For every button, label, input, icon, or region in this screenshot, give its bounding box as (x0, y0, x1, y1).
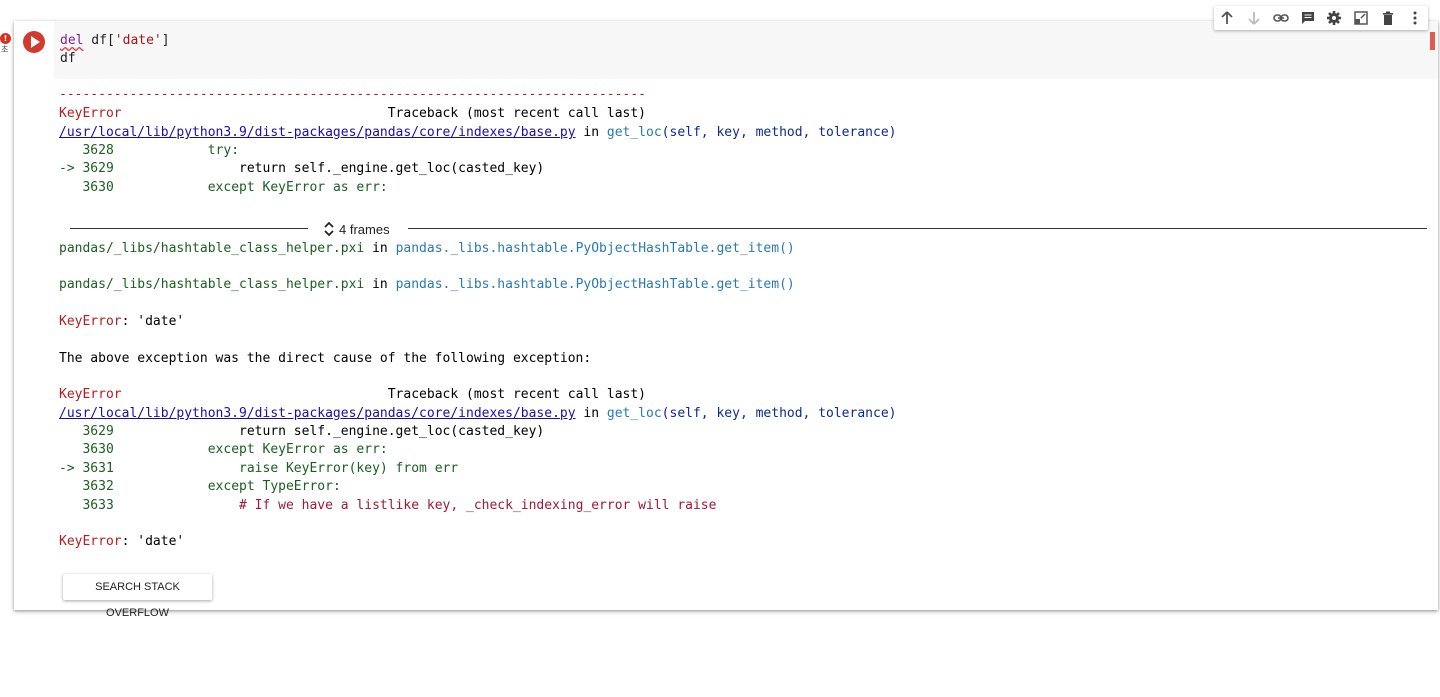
in-text: in (575, 125, 607, 140)
settings-button[interactable] (1321, 6, 1348, 30)
link-button[interactable] (1268, 6, 1295, 30)
line-number: 3629 (82, 424, 114, 439)
line-number: 3632 (82, 479, 114, 494)
move-down-button[interactable] (1241, 6, 1268, 30)
cell-toolbar (1214, 6, 1428, 30)
function-args: (self, key, method, tolerance) (661, 406, 897, 421)
more-options-button[interactable] (1401, 6, 1428, 30)
frames-label: 4 frames (339, 221, 390, 237)
trash-icon (1382, 11, 1393, 25)
comment-icon (1301, 12, 1314, 24)
code-line-2: df (60, 51, 76, 66)
line-arrow (59, 479, 82, 494)
line-arrow (59, 442, 82, 457)
error-type: KeyError (59, 534, 122, 549)
line-code: return self._engine.get_loc(casted_key) (113, 424, 545, 439)
function-name: get_loc (606, 125, 662, 140)
collapsed-frames: 4 frames (70, 219, 1427, 239)
line-number: 3631 (82, 461, 114, 476)
frames-toggle[interactable]: 4 frames (323, 219, 390, 239)
frames-rule-left (70, 228, 308, 229)
source-line: 3630 except KeyError as err: (59, 442, 388, 457)
traceback-header: KeyError Traceback (most recent call las… (59, 106, 646, 121)
more-vert-icon (1413, 11, 1417, 25)
line-number: 3629 (82, 161, 114, 176)
traceback-location: /usr/local/lib/python3.9/dist-packages/p… (59, 125, 896, 140)
traceback-title: Traceback (most recent call last) (121, 106, 647, 121)
line-number: 3633 (82, 498, 114, 513)
gear-icon (1327, 11, 1342, 25)
mirror-icon (1354, 11, 1368, 25)
arrow-up-icon (1221, 11, 1234, 24)
file-link[interactable]: /usr/local/lib/python3.9/dist-packages/p… (59, 406, 576, 421)
in-text: in (364, 241, 396, 256)
traceback-location: pandas/_libs/hashtable_class_helper.pxi … (59, 277, 795, 292)
function-name: pandas._libs.hashtable.PyObjectHashTable… (395, 277, 795, 292)
file-name: pandas/_libs/hashtable_class_helper.pxi (59, 277, 365, 292)
error-message: KeyError: 'date' (59, 534, 184, 549)
in-text: in (364, 277, 396, 292)
line-code: except TypeError: (113, 479, 341, 494)
error-text: : 'date' (121, 314, 185, 329)
source-line: 3630 except KeyError as err: (59, 180, 388, 195)
line-arrow: -> (59, 461, 83, 476)
traceback-header: KeyError Traceback (most recent call las… (59, 387, 646, 402)
code-text[interactable]: del df['date'] df (60, 32, 170, 68)
source-line: -> 3631 raise KeyError(key) from err (59, 461, 458, 476)
line-code: except KeyError as err: (113, 180, 388, 195)
line-arrow: -> (59, 161, 83, 176)
function-name: pandas._libs.hashtable.PyObjectHashTable… (395, 241, 795, 256)
error-type: KeyError (59, 387, 122, 402)
source-line: 3633 # If we have a listlike key, _check… (59, 498, 716, 513)
frames-rule-right (408, 228, 1427, 229)
comment-button[interactable] (1294, 6, 1321, 30)
run-cell-button[interactable] (23, 31, 45, 53)
line-arrow (59, 424, 82, 439)
link-icon (1273, 14, 1289, 22)
function-name: get_loc (606, 406, 662, 421)
line-code: # If we have a listlike key, _check_inde… (113, 498, 717, 513)
function-args: (self, key, method, tolerance) (661, 125, 897, 140)
file-name: pandas/_libs/hashtable_class_helper.pxi (59, 241, 365, 256)
source-line: 3629 return self._engine.get_loc(casted_… (59, 424, 544, 439)
line-code: raise KeyError(key) from err (113, 461, 459, 476)
traceback-divider: ----------------------------------------… (59, 87, 646, 102)
line-arrow (59, 143, 82, 158)
line-number: 3630 (82, 180, 114, 195)
cell-gutter (14, 21, 54, 610)
line-arrow (59, 180, 82, 195)
error-message: KeyError: 'date' (59, 314, 184, 329)
move-up-button[interactable] (1214, 6, 1241, 30)
source-line: 3632 except TypeError: (59, 479, 341, 494)
line-number: 3630 (82, 442, 114, 457)
traceback-location: /usr/local/lib/python3.9/dist-packages/p… (59, 406, 896, 421)
traceback-location: pandas/_libs/hashtable_class_helper.pxi … (59, 241, 795, 256)
code-token: ] (161, 33, 170, 48)
error-badge: ! (0, 33, 11, 44)
execution-count: 초 (1, 45, 9, 54)
delete-cell-button[interactable] (1375, 6, 1402, 30)
arrow-down-icon (1248, 12, 1260, 25)
cause-message: The above exception was the direct cause… (59, 351, 592, 366)
error-marker (1430, 32, 1435, 50)
error-type: KeyError (59, 314, 122, 329)
error-text: : 'date' (121, 534, 185, 549)
line-arrow (59, 498, 82, 513)
traceback-title: Traceback (most recent call last) (121, 387, 647, 402)
line-code: try: (113, 143, 240, 158)
line-code: return self._engine.get_loc(casted_key) (113, 161, 545, 176)
code-keyword: del (60, 33, 84, 48)
source-line: 3628 try: (59, 143, 239, 158)
file-link[interactable]: /usr/local/lib/python3.9/dist-packages/p… (59, 125, 576, 140)
unfold-icon (324, 221, 334, 237)
error-type: KeyError (59, 106, 122, 121)
source-line: -> 3629 return self._engine.get_loc(cast… (59, 161, 544, 176)
mirror-cell-button[interactable] (1348, 6, 1375, 30)
in-text: in (575, 406, 607, 421)
code-string: 'date' (114, 33, 162, 48)
line-code: except KeyError as err: (113, 442, 388, 457)
search-stack-overflow-button[interactable]: SEARCH STACK OVERFLOW (63, 574, 212, 619)
line-number: 3628 (82, 143, 114, 158)
code-token: df[ (83, 33, 115, 48)
